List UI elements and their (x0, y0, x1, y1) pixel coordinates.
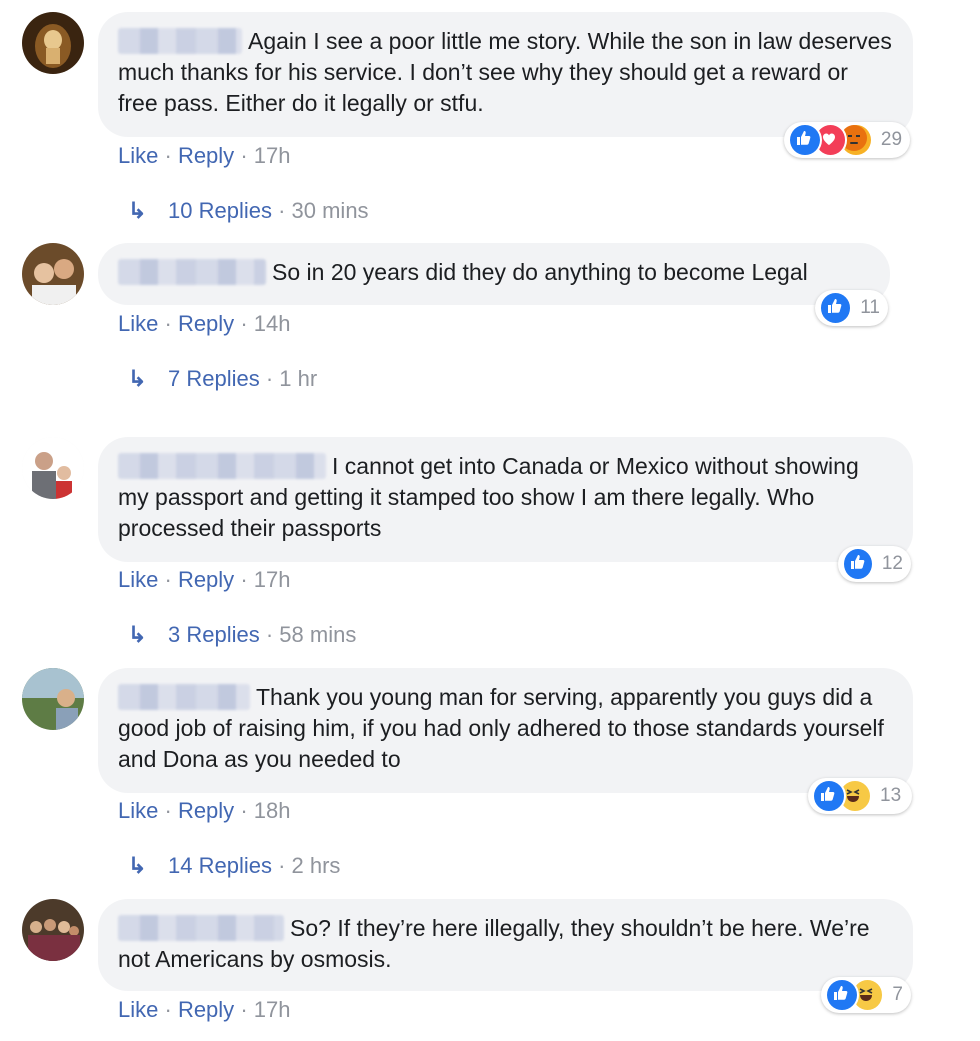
replies-timestamp: 30 mins (291, 198, 369, 223)
reply-button[interactable]: Reply (178, 798, 234, 823)
like-reaction-icon (812, 779, 846, 813)
timestamp[interactable]: 18h (254, 798, 291, 823)
like-reaction-icon (788, 123, 822, 157)
view-replies[interactable]: ↳ 14 Replies · 2 hrs (128, 853, 340, 879)
separator: · (271, 198, 292, 223)
separator: · (164, 567, 178, 592)
reaction-summary[interactable]: 13 (808, 778, 912, 814)
comment-actions: Like · Reply · 17h (118, 997, 290, 1023)
comment-text: So in 20 years did they do anything to b… (272, 259, 808, 285)
reaction-summary[interactable]: 11 (815, 290, 888, 326)
reply-arrow-icon: ↳ (128, 366, 147, 391)
commenter-name[interactable] (118, 684, 250, 710)
commenter-name[interactable] (118, 259, 266, 285)
separator: · (259, 622, 280, 647)
comment-bubble: Again I see a poor little me story. Whil… (98, 12, 913, 137)
comment-actions: Like · Reply · 17h (118, 567, 290, 593)
replies-link[interactable]: 3 Replies (168, 622, 260, 647)
separator: · (240, 798, 254, 823)
separator: · (164, 311, 178, 336)
like-reaction-icon (819, 291, 853, 325)
reply-button[interactable]: Reply (178, 311, 234, 336)
comment-actions: Like · Reply · 17h (118, 143, 290, 169)
avatar[interactable] (22, 12, 84, 74)
separator: · (240, 311, 254, 336)
replies-link[interactable]: 14 Replies (168, 853, 272, 878)
comment-bubble: I cannot get into Canada or Mexico witho… (98, 437, 913, 562)
like-button[interactable]: Like (118, 567, 158, 592)
separator: · (271, 853, 292, 878)
reply-arrow-icon: ↳ (128, 622, 147, 647)
view-replies[interactable]: ↳ 10 Replies · 30 mins (128, 198, 369, 224)
replies-link[interactable]: 7 Replies (168, 366, 260, 391)
reply-arrow-icon: ↳ (128, 853, 147, 878)
reaction-summary[interactable]: 12 (838, 546, 911, 582)
reply-button[interactable]: Reply (178, 143, 234, 168)
reply-arrow-icon: ↳ (128, 198, 147, 223)
avatar[interactable] (22, 437, 84, 499)
replies-timestamp: 1 hr (279, 366, 318, 391)
separator: · (240, 997, 254, 1022)
separator: · (240, 567, 254, 592)
view-replies[interactable]: ↳ 7 Replies · 1 hr (128, 366, 317, 392)
like-button[interactable]: Like (118, 997, 158, 1022)
commenter-name[interactable] (118, 915, 284, 941)
reply-button[interactable]: Reply (178, 567, 234, 592)
like-button[interactable]: Like (118, 311, 158, 336)
timestamp[interactable]: 14h (254, 311, 291, 336)
reaction-summary[interactable]: 7 (821, 977, 911, 1013)
comment-bubble: Thank you young man for serving, apparen… (98, 668, 913, 793)
separator: · (164, 798, 178, 823)
commenter-name[interactable] (118, 28, 242, 54)
like-reaction-icon (842, 547, 874, 581)
separator: · (259, 366, 280, 391)
reply-button[interactable]: Reply (178, 997, 234, 1022)
replies-timestamp: 2 hrs (291, 853, 341, 878)
reaction-summary[interactable]: 29 (784, 122, 910, 158)
timestamp[interactable]: 17h (254, 567, 291, 592)
separator: · (164, 143, 178, 168)
comment-bubble: So in 20 years did they do anything to b… (98, 243, 890, 305)
avatar[interactable] (22, 243, 84, 305)
replies-link[interactable]: 10 Replies (168, 198, 272, 223)
reaction-count: 13 (880, 785, 902, 806)
comment-actions: Like · Reply · 14h (118, 311, 290, 337)
like-reaction-icon (825, 978, 859, 1012)
reaction-count: 7 (892, 984, 903, 1005)
like-button[interactable]: Like (118, 798, 158, 823)
comment-actions: Like · Reply · 18h (118, 798, 290, 824)
comment-bubble: So? If they’re here illegally, they shou… (98, 899, 913, 991)
view-replies[interactable]: ↳ 3 Replies · 58 mins (128, 622, 356, 648)
reaction-count: 11 (860, 297, 880, 318)
reaction-count: 12 (881, 553, 903, 574)
replies-timestamp: 58 mins (279, 622, 357, 647)
timestamp[interactable]: 17h (254, 143, 291, 168)
timestamp[interactable]: 17h (254, 997, 291, 1022)
avatar[interactable] (22, 668, 84, 730)
commenter-name[interactable] (118, 453, 326, 479)
like-button[interactable]: Like (118, 143, 158, 168)
separator: · (240, 143, 254, 168)
separator: · (164, 997, 178, 1022)
reaction-count: 29 (880, 129, 903, 150)
avatar[interactable] (22, 899, 84, 961)
